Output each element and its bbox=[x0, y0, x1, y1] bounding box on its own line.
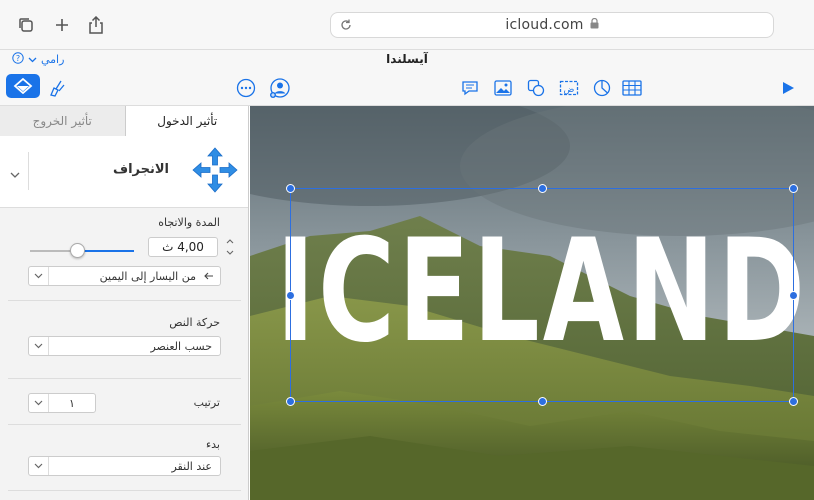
start-value: عند النقر bbox=[171, 459, 212, 473]
effect-selector[interactable]: الانجراف bbox=[0, 136, 248, 208]
selection-box bbox=[286, 184, 798, 406]
divider bbox=[8, 300, 241, 301]
chevron-down-icon bbox=[29, 337, 49, 355]
resize-handle-top-right[interactable] bbox=[789, 184, 798, 193]
textbox-icon[interactable]: ض bbox=[557, 76, 581, 100]
direction-value: من اليسار إلى اليمين bbox=[99, 269, 196, 283]
start-label: بدء bbox=[205, 438, 220, 451]
effect-name: الانجراف bbox=[112, 162, 169, 177]
build-tabs: تأثير الدخول تأثير الخروج bbox=[0, 106, 248, 136]
drift-effect-icon bbox=[191, 146, 239, 198]
resize-handle-bottom[interactable] bbox=[538, 397, 547, 406]
text-delivery-value: حسب العنصر bbox=[150, 339, 212, 353]
shape-icon[interactable] bbox=[524, 76, 548, 100]
lock-icon bbox=[590, 17, 599, 33]
duration-value: 4,00 ث bbox=[162, 240, 204, 254]
table-icon[interactable] bbox=[620, 76, 644, 100]
new-tab-icon[interactable] bbox=[50, 13, 74, 37]
duration-slider[interactable] bbox=[30, 243, 134, 258]
duration-label: المدة والاتجاه bbox=[158, 216, 220, 229]
divider bbox=[8, 490, 241, 491]
format-icon[interactable] bbox=[6, 74, 40, 98]
divider bbox=[8, 378, 241, 379]
app-toolbar: ض bbox=[0, 70, 814, 106]
address-bar[interactable]: icloud.com bbox=[330, 12, 774, 38]
chevron-down-icon bbox=[29, 267, 49, 285]
chevron-down-icon bbox=[29, 394, 49, 412]
chevron-down-icon[interactable] bbox=[10, 164, 20, 183]
text-delivery-select[interactable]: حسب العنصر bbox=[28, 336, 221, 356]
collaborate-icon[interactable] bbox=[268, 76, 292, 100]
browser-toolbar: icloud.com bbox=[0, 0, 814, 50]
slider-thumb[interactable] bbox=[70, 243, 85, 258]
order-value: ١ bbox=[69, 396, 75, 410]
divider bbox=[8, 424, 241, 425]
resize-handle-top[interactable] bbox=[538, 184, 547, 193]
order-select[interactable]: ١ bbox=[28, 393, 96, 413]
svg-text:ض: ض bbox=[564, 85, 575, 95]
document-header: رامي ? آيسلندا bbox=[0, 50, 814, 70]
duration-field[interactable]: 4,00 ث bbox=[148, 237, 218, 257]
chart-icon[interactable] bbox=[590, 76, 614, 100]
resize-handle-left[interactable] bbox=[286, 291, 295, 300]
direction-select[interactable]: من اليسار إلى اليمين bbox=[28, 266, 221, 286]
tab-build-out[interactable]: تأثير الخروج bbox=[0, 106, 125, 136]
start-select[interactable]: عند النقر bbox=[28, 456, 221, 476]
resize-handle-bottom-right[interactable] bbox=[789, 397, 798, 406]
tab-build-in[interactable]: تأثير الدخول bbox=[124, 106, 248, 136]
reload-icon[interactable] bbox=[339, 18, 353, 36]
comment-icon[interactable] bbox=[458, 76, 482, 100]
chevron-up-icon[interactable] bbox=[226, 237, 234, 245]
slide-canvas[interactable]: ICELAND bbox=[250, 106, 814, 500]
animate-icon[interactable] bbox=[44, 76, 68, 100]
arrow-left-icon bbox=[204, 272, 220, 280]
animate-sidebar: تأثير الدخول تأثير الخروج الانجراف المدة… bbox=[0, 106, 249, 500]
url-text: icloud.com bbox=[505, 17, 584, 33]
more-icon[interactable] bbox=[234, 76, 258, 100]
slider-fill bbox=[77, 250, 134, 252]
resize-handle-bottom-left[interactable] bbox=[286, 397, 295, 406]
text-delivery-label: حركة النص bbox=[169, 316, 220, 329]
play-icon[interactable] bbox=[776, 76, 800, 100]
document-title: آيسلندا bbox=[386, 52, 428, 66]
duration-stepper[interactable] bbox=[224, 237, 234, 257]
resize-handle-right[interactable] bbox=[789, 291, 798, 300]
image-icon[interactable] bbox=[491, 76, 515, 100]
chevron-down-icon[interactable] bbox=[226, 249, 234, 257]
order-label: ترتيب bbox=[193, 396, 220, 409]
share-icon[interactable] bbox=[84, 13, 108, 37]
tabs-overview-icon[interactable] bbox=[14, 13, 38, 37]
divider bbox=[28, 152, 29, 190]
chevron-down-icon bbox=[29, 457, 49, 475]
resize-handle-top-left[interactable] bbox=[286, 184, 295, 193]
